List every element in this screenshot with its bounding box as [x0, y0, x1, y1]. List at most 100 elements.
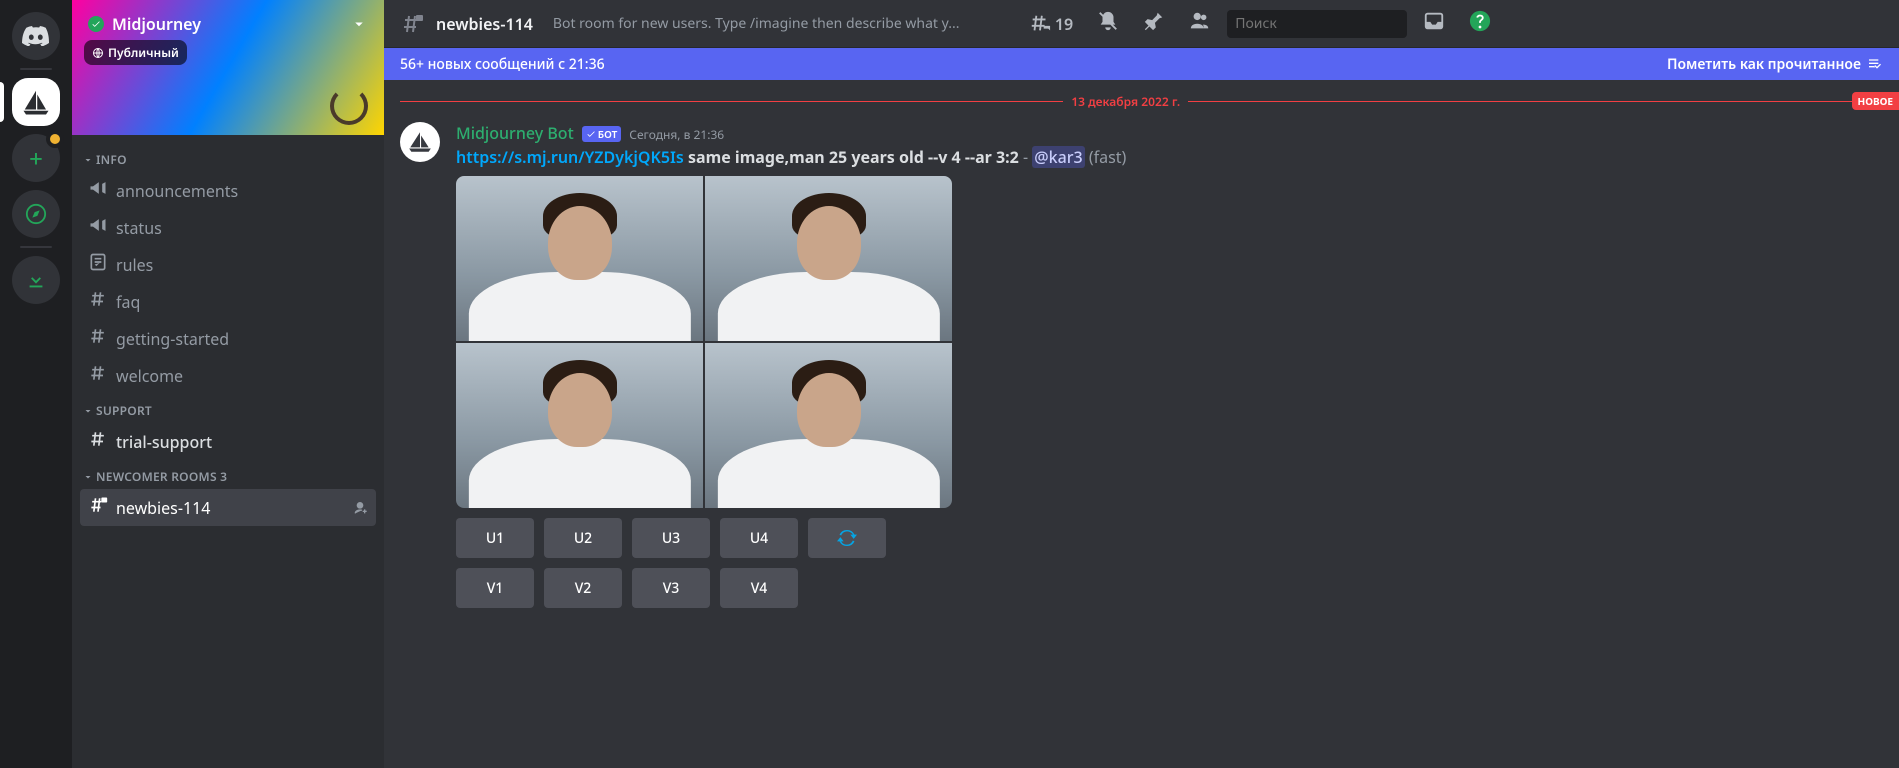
pinned-button[interactable]: [1135, 10, 1173, 37]
message-content: https://s.mj.run/YZDykjQK5Is same image,…: [456, 146, 1883, 168]
channel-label: trial-support: [116, 431, 212, 453]
date-divider: 13 декабря 2022 г. НОВОЕ: [400, 92, 1883, 110]
message-timestamp: Сегодня, в 21:36: [629, 126, 724, 143]
user-mention[interactable]: @kar3: [1032, 146, 1084, 168]
channel-label: getting-started: [116, 328, 229, 350]
channel-newbies-114[interactable]: newbies-114: [80, 489, 376, 526]
server-midjourney[interactable]: [12, 78, 60, 126]
sailboat-icon: [21, 87, 51, 117]
verified-icon: [88, 16, 104, 32]
search-input[interactable]: [1235, 14, 1435, 33]
message-link[interactable]: https://s.mj.run/YZDykjQK5Is: [456, 146, 684, 168]
channel-description[interactable]: Bot room for new users. Type /imagine th…: [553, 14, 1013, 33]
channel-label: newbies-114: [116, 497, 210, 519]
threads-button[interactable]: 19: [1021, 13, 1081, 35]
variation-v2-button[interactable]: V2: [544, 568, 622, 608]
channels-list: INFO announcements status rules faq getting-s…: [72, 135, 384, 768]
channel-label: announcements: [116, 180, 238, 202]
variation-v3-button[interactable]: V3: [632, 568, 710, 608]
help-icon: [1469, 10, 1491, 32]
members-icon: [1189, 10, 1211, 32]
inbox-button[interactable]: [1415, 10, 1453, 37]
upscale-u3-button[interactable]: U3: [632, 518, 710, 558]
hash-lock-icon: [88, 495, 108, 520]
loading-ring-icon: [330, 87, 368, 125]
notifications-button[interactable]: [1089, 10, 1127, 37]
category-header[interactable]: NEWCOMER ROOMS 3: [80, 460, 384, 489]
channel-trial-support[interactable]: trial-support: [80, 423, 376, 460]
hash-icon: [88, 429, 108, 454]
mark-read-button[interactable]: Пометить как прочитанное: [1667, 55, 1883, 74]
hash-icon: [88, 363, 108, 388]
message-author[interactable]: Midjourney Bot: [456, 122, 574, 144]
compass-icon: [25, 203, 47, 225]
new-messages-bar[interactable]: 56+ новых сообщений с 21:36 Пометить как…: [384, 48, 1899, 80]
avatar[interactable]: [400, 122, 440, 162]
chevron-down-icon: [82, 405, 94, 417]
rail-separator: [20, 246, 52, 248]
channel-faq[interactable]: faq: [80, 283, 376, 320]
upscale-row: U1U2U3U4: [456, 518, 1883, 558]
upscale-u1-button[interactable]: U1: [456, 518, 534, 558]
sailboat-icon: [407, 129, 433, 155]
server-name: Midjourney: [112, 13, 201, 35]
megaphone-icon: [88, 215, 108, 240]
generated-image-1: [456, 176, 703, 341]
reroll-button[interactable]: [808, 518, 886, 558]
reroll-icon: [837, 528, 857, 548]
bot-tag: БОТ: [582, 126, 622, 142]
category-header[interactable]: SUPPORT: [80, 394, 384, 423]
upscale-u2-button[interactable]: U2: [544, 518, 622, 558]
dm-home-button[interactable]: [12, 12, 60, 60]
channel-sidebar: Midjourney Публичный INFO announcements st…: [72, 0, 384, 768]
hash-icon: [88, 289, 108, 314]
category-header[interactable]: INFO: [80, 143, 384, 172]
chevron-down-icon: [82, 154, 94, 166]
channel-announcements[interactable]: announcements: [80, 172, 376, 209]
channel-topbar: newbies-114 Bot room for new users. Type…: [384, 0, 1899, 48]
generated-image-3: [456, 343, 703, 508]
threads-icon: [1029, 13, 1051, 35]
channel-getting-started[interactable]: getting-started: [80, 320, 376, 357]
rules-icon: [88, 252, 108, 277]
notification-badge: [46, 130, 64, 148]
channel-label: faq: [116, 291, 140, 313]
megaphone-icon: [88, 178, 108, 203]
pin-icon: [1143, 10, 1165, 32]
hash-icon: [88, 326, 108, 351]
upscale-u4-button[interactable]: U4: [720, 518, 798, 558]
prompt-text: same image,man 25 years old --v 4 --ar 3…: [688, 146, 1019, 168]
channel-welcome[interactable]: welcome: [80, 357, 376, 394]
download-icon: [25, 269, 47, 291]
members-button[interactable]: [1181, 10, 1219, 37]
rail-separator: [20, 68, 52, 70]
globe-icon: [92, 47, 104, 59]
server-rail: +: [0, 0, 72, 768]
inbox-icon: [1423, 10, 1445, 32]
search-box[interactable]: [1227, 10, 1407, 38]
explore-button[interactable]: [12, 190, 60, 238]
hash-lock-icon: [400, 12, 424, 36]
channel-status[interactable]: status: [80, 209, 376, 246]
generated-image-grid[interactable]: [456, 176, 952, 508]
message: Midjourney Bot БОТ Сегодня, в 21:36 http…: [384, 114, 1899, 608]
new-badge: НОВОЕ: [1852, 92, 1899, 110]
channel-label: rules: [116, 254, 153, 276]
download-apps-button[interactable]: [12, 256, 60, 304]
generated-image-4: [705, 343, 952, 508]
server-banner: Midjourney Публичный: [72, 0, 384, 135]
bell-muted-icon: [1097, 10, 1119, 32]
add-member-icon[interactable]: [352, 500, 368, 516]
channel-rules[interactable]: rules: [80, 246, 376, 283]
variation-v1-button[interactable]: V1: [456, 568, 534, 608]
new-messages-text: 56+ новых сообщений с 21:36: [400, 55, 605, 74]
channel-label: welcome: [116, 365, 183, 387]
add-server-button[interactable]: +: [12, 134, 60, 182]
channel-title: newbies-114: [436, 13, 533, 35]
mark-read-icon: [1867, 56, 1883, 72]
chevron-down-icon: [350, 15, 368, 33]
help-button[interactable]: [1461, 10, 1499, 37]
variation-v4-button[interactable]: V4: [720, 568, 798, 608]
chevron-down-icon: [82, 471, 94, 483]
plus-icon: +: [29, 142, 43, 175]
